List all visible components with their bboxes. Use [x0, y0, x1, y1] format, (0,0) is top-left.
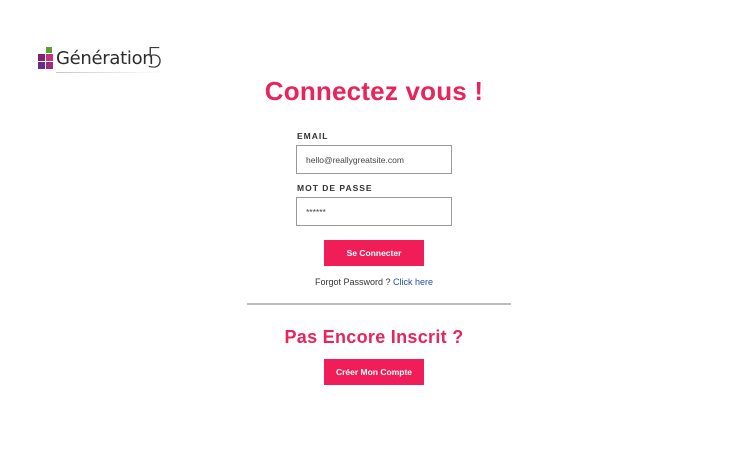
forgot-password-row: Forgot Password ? Click here: [0, 277, 748, 287]
page-title: Connectez vous !: [264, 76, 484, 106]
logo-underline: [56, 72, 164, 73]
logo-number: 5: [146, 41, 164, 74]
generation5-logo: Génération 5: [38, 41, 168, 75]
forgot-password-text: Forgot Password ?: [314, 277, 391, 287]
login-page: Génération 5 Connectez vous ! EMAIL MOT …: [0, 0, 748, 463]
email-field[interactable]: [296, 145, 452, 174]
divider: [247, 303, 511, 305]
create-account-button[interactable]: Créer Mon Compte: [324, 359, 424, 385]
login-button[interactable]: Se Connecter: [324, 240, 424, 266]
email-label: EMAIL: [297, 131, 329, 141]
forgot-password-link[interactable]: Click here: [393, 277, 433, 287]
signup-prompt: Pas Encore Inscrit ?: [284, 327, 464, 347]
logo-squares-icon: [38, 47, 54, 75]
password-field[interactable]: [296, 197, 452, 226]
password-label: MOT DE PASSE: [297, 183, 373, 193]
logo-text: Génération: [56, 48, 154, 69]
